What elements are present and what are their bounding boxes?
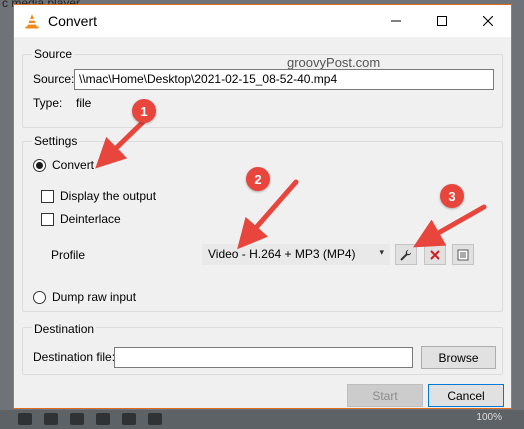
source-path-input[interactable]: \\mac\Home\Desktop\2021-02-15_08-52-40.m… [74, 69, 494, 90]
source-group-label: Source [32, 47, 75, 61]
background-equalizer-icon [122, 413, 136, 425]
window-title: Convert [48, 13, 98, 29]
profile-select[interactable]: Video - H.264 + MP3 (MP4) ▾ [202, 244, 390, 265]
settings-group-label: Settings [32, 134, 80, 148]
annotation-badge-2: 2 [246, 167, 270, 191]
convert-dialog: Convert groovyPost.com Source Source: \\… [13, 4, 512, 409]
wrench-icon [400, 249, 412, 260]
convert-radio[interactable] [33, 159, 46, 172]
delete-x-icon [430, 249, 440, 260]
background-playlist-icon [96, 413, 110, 425]
background-volume-percent: 100% [476, 412, 502, 423]
destination-group-label: Destination [32, 322, 97, 336]
destination-file-input[interactable] [114, 347, 413, 368]
dump-raw-label[interactable]: Dump raw input [52, 290, 136, 304]
maximize-button[interactable] [419, 5, 465, 37]
annotation-badge-1: 1 [132, 99, 156, 123]
display-output-label[interactable]: Display the output [60, 189, 156, 203]
source-label: Source: [33, 72, 75, 86]
convert-radio-label[interactable]: Convert [52, 158, 94, 172]
profile-select-value: Video - H.264 + MP3 (MP4) [208, 247, 356, 261]
cancel-button[interactable]: Cancel [428, 384, 504, 407]
display-output-checkbox[interactable] [41, 190, 54, 203]
profile-label: Profile [51, 248, 86, 262]
background-loop-icon [148, 413, 162, 425]
new-profile-button[interactable] [452, 244, 474, 265]
destination-file-label: Destination file: [33, 350, 116, 364]
vlc-cone-icon [25, 14, 39, 29]
edit-profile-button[interactable] [395, 244, 417, 265]
minimize-button[interactable] [373, 5, 419, 37]
deinterlace-checkbox[interactable] [41, 213, 54, 226]
new-profile-icon [457, 249, 469, 260]
background-next-icon [44, 413, 58, 425]
minimize-icon [391, 20, 401, 22]
background-stop-icon [18, 413, 32, 425]
close-button[interactable] [465, 5, 511, 37]
title-bar[interactable]: Convert [14, 5, 511, 37]
source-group [22, 54, 503, 128]
close-icon [483, 16, 493, 26]
start-button[interactable]: Start [347, 384, 423, 407]
delete-profile-button[interactable] [424, 244, 446, 265]
maximize-icon [437, 16, 447, 26]
background-fullscreen-icon [70, 413, 84, 425]
settings-group [22, 141, 503, 312]
chevron-down-icon: ▾ [379, 247, 384, 257]
dump-raw-radio[interactable] [33, 291, 46, 304]
type-value: file [76, 96, 92, 110]
annotation-badge-3: 3 [440, 184, 464, 208]
type-label: Type: [33, 96, 63, 110]
deinterlace-label[interactable]: Deinterlace [60, 212, 121, 226]
browse-button[interactable]: Browse [421, 346, 496, 369]
